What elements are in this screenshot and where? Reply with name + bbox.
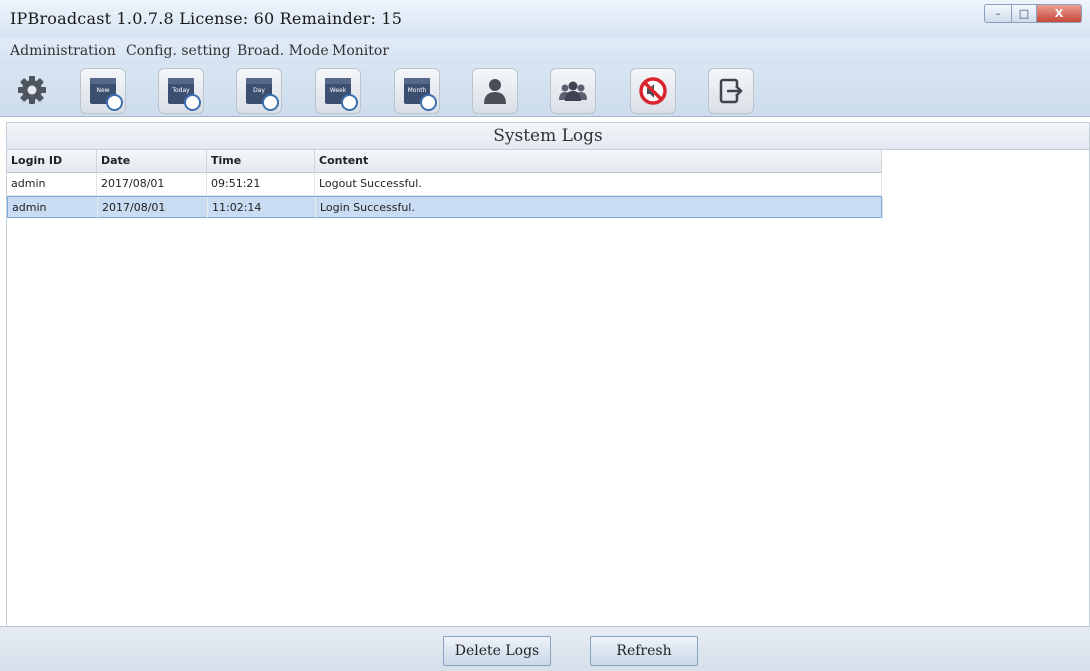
clock-icon — [341, 94, 358, 111]
clock-icon — [106, 94, 123, 111]
gear-icon — [18, 76, 46, 104]
bottom-action-bar: Delete Logs Refresh — [0, 626, 1090, 671]
settings-button[interactable] — [10, 68, 54, 112]
user-icon — [484, 79, 506, 104]
app-window: IPBroadcast 1.0.7.8 License: 60 Remainde… — [0, 0, 1090, 671]
schedule-today-button[interactable]: Today — [158, 68, 204, 114]
panel-title: System Logs — [7, 123, 1089, 150]
calendar-new-label: New — [96, 87, 110, 94]
column-header-content[interactable]: Content — [315, 150, 882, 172]
window-title: IPBroadcast 1.0.7.8 License: 60 Remainde… — [10, 9, 403, 28]
system-logs-panel: System Logs Login ID Date Time Content a… — [6, 122, 1090, 627]
menu-administration[interactable]: Administration — [10, 43, 116, 59]
refresh-button[interactable]: Refresh — [590, 636, 698, 666]
minimize-button[interactable]: – — [984, 4, 1012, 23]
cell-date: 2017/08/01 — [97, 173, 207, 195]
calendar-day-label: Day — [253, 87, 265, 94]
cell-login-id: admin — [7, 173, 97, 195]
calendar-day-icon: Day — [246, 78, 279, 111]
menu-broad-mode[interactable]: Broad. Mode — [237, 43, 329, 59]
calendar-new-icon: New — [90, 78, 123, 111]
users-group-icon — [559, 81, 587, 101]
cell-login-id: admin — [8, 197, 98, 219]
cell-content: Logout Successful. — [315, 173, 882, 195]
calendar-week-label: Week — [329, 87, 347, 94]
calendar-week-icon: Week — [325, 78, 358, 111]
menu-config-setting[interactable]: Config. setting — [126, 43, 231, 59]
schedule-week-button[interactable]: Week — [315, 68, 361, 114]
toolbar: New Today Day Week Month — [0, 64, 1090, 117]
table-row[interactable]: admin 2017/08/01 09:51:21 Logout Success… — [7, 173, 882, 196]
calendar-today-icon: Today — [168, 78, 201, 111]
mute-icon — [639, 77, 667, 105]
user-button[interactable] — [472, 68, 518, 114]
logout-button[interactable] — [708, 68, 754, 114]
schedule-month-button[interactable]: Month — [394, 68, 440, 114]
calendar-month-icon: Month — [404, 78, 437, 111]
cell-time: 11:02:14 — [208, 197, 316, 219]
column-header-time[interactable]: Time — [207, 150, 315, 172]
clock-icon — [262, 94, 279, 111]
menu-monitor[interactable]: Monitor — [332, 43, 389, 59]
logs-table: Login ID Date Time Content admin 2017/08… — [7, 150, 883, 219]
column-header-date[interactable]: Date — [97, 150, 207, 172]
table-header: Login ID Date Time Content — [7, 150, 882, 173]
schedule-new-button[interactable]: New — [80, 68, 126, 114]
mute-button[interactable] — [630, 68, 676, 114]
calendar-month-label: Month — [407, 87, 427, 94]
delete-logs-button[interactable]: Delete Logs — [443, 636, 551, 666]
column-header-login-id[interactable]: Login ID — [7, 150, 97, 172]
cell-date: 2017/08/01 — [98, 197, 208, 219]
title-bar: IPBroadcast 1.0.7.8 License: 60 Remainde… — [0, 0, 1090, 38]
calendar-today-label: Today — [172, 87, 190, 94]
schedule-day-button[interactable]: Day — [236, 68, 282, 114]
user-group-button[interactable] — [550, 68, 596, 114]
close-button[interactable]: X — [1037, 4, 1082, 23]
clock-icon — [184, 94, 201, 111]
logout-icon — [719, 78, 743, 104]
cell-content: Login Successful. — [316, 197, 883, 219]
menu-bar: Administration Config. setting Broad. Mo… — [0, 38, 1090, 64]
cell-time: 09:51:21 — [207, 173, 315, 195]
table-row-selected[interactable]: admin 2017/08/01 11:02:14 Login Successf… — [7, 196, 883, 219]
clock-icon — [420, 94, 437, 111]
window-controls: – □ X — [984, 4, 1082, 23]
maximize-button[interactable]: □ — [1012, 4, 1037, 23]
